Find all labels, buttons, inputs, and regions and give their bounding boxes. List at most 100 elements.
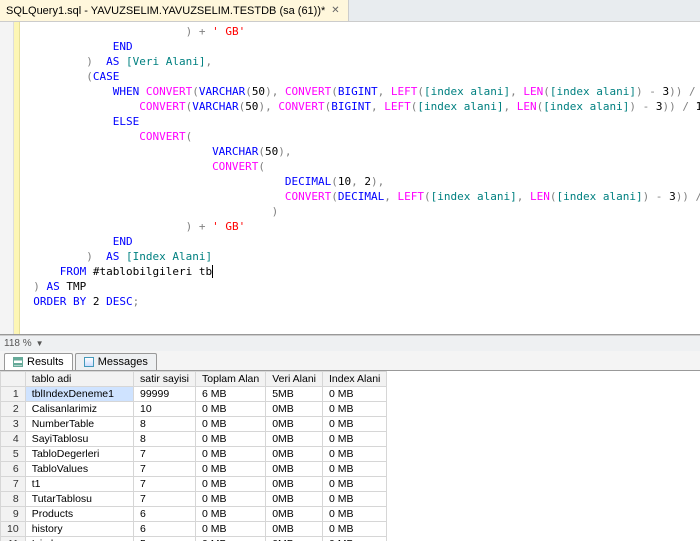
cell[interactable]: 6 MB	[196, 387, 266, 402]
row-number[interactable]: 4	[1, 432, 26, 447]
zoom-level[interactable]: 118 %	[4, 338, 32, 349]
table-row[interactable]: 11Isimler50 MB0MB0 MB	[1, 537, 387, 541]
row-number[interactable]: 5	[1, 447, 26, 462]
document-tab-title: SQLQuery1.sql - YAVUZSELIM.YAVUZSELIM.TE…	[6, 5, 325, 17]
cell[interactable]: 0 MB	[323, 447, 387, 462]
cell[interactable]: 7	[134, 462, 196, 477]
cell[interactable]: Isimler	[25, 537, 133, 541]
cell[interactable]: 0MB	[266, 402, 323, 417]
cell[interactable]: 6	[134, 522, 196, 537]
cell[interactable]: 0 MB	[196, 522, 266, 537]
cell[interactable]: 0MB	[266, 462, 323, 477]
row-number[interactable]: 2	[1, 402, 26, 417]
cell[interactable]: 0 MB	[323, 492, 387, 507]
column-header[interactable]: satir sayisi	[134, 372, 196, 387]
results-grid[interactable]: tablo adisatir sayisiToplam AlanVeri Ala…	[0, 371, 387, 541]
tab-bar-empty	[349, 0, 700, 21]
cell[interactable]: 8	[134, 417, 196, 432]
row-number[interactable]: 6	[1, 462, 26, 477]
cell[interactable]: 0 MB	[196, 447, 266, 462]
cell[interactable]: 0 MB	[196, 492, 266, 507]
cell[interactable]: 5	[134, 537, 196, 541]
cell[interactable]: Products	[25, 507, 133, 522]
row-number[interactable]: 10	[1, 522, 26, 537]
cell[interactable]: 7	[134, 492, 196, 507]
cell[interactable]: 0MB	[266, 507, 323, 522]
cell[interactable]: Calisanlarimiz	[25, 402, 133, 417]
tab-messages[interactable]: Messages	[75, 353, 157, 370]
column-header[interactable]: Toplam Alan	[196, 372, 266, 387]
cell[interactable]: 0 MB	[323, 417, 387, 432]
code-area[interactable]: ) + ' GB' END ) AS [Veri Alani], (CASE W…	[20, 22, 700, 334]
cell[interactable]: 0 MB	[196, 477, 266, 492]
cell[interactable]: 0MB	[266, 477, 323, 492]
cell[interactable]: 0 MB	[196, 402, 266, 417]
cell[interactable]: 0 MB	[196, 507, 266, 522]
zoom-bar: 118 % ▼	[0, 335, 700, 351]
cell[interactable]: TutarTablosu	[25, 492, 133, 507]
editor-gutter	[0, 22, 14, 334]
table-row[interactable]: 8TutarTablosu70 MB0MB0 MB	[1, 492, 387, 507]
table-row[interactable]: 10history60 MB0MB0 MB	[1, 522, 387, 537]
cell[interactable]: 0 MB	[196, 462, 266, 477]
cell[interactable]: 0 MB	[196, 417, 266, 432]
cell[interactable]: 0 MB	[323, 507, 387, 522]
cell[interactable]: 0MB	[266, 537, 323, 541]
cell[interactable]: 10	[134, 402, 196, 417]
row-number[interactable]: 7	[1, 477, 26, 492]
messages-icon	[84, 357, 94, 367]
row-number[interactable]: 9	[1, 507, 26, 522]
table-row[interactable]: 5TabloDegerleri70 MB0MB0 MB	[1, 447, 387, 462]
close-icon[interactable]: ✕	[329, 5, 341, 16]
table-row[interactable]: 2Calisanlarimiz100 MB0MB0 MB	[1, 402, 387, 417]
table-row[interactable]: 6TabloValues70 MB0MB0 MB	[1, 462, 387, 477]
cell[interactable]: 0MB	[266, 522, 323, 537]
row-number[interactable]: 3	[1, 417, 26, 432]
cell[interactable]: 0MB	[266, 417, 323, 432]
cell[interactable]: t1	[25, 477, 133, 492]
cell[interactable]: 0MB	[266, 447, 323, 462]
cell[interactable]: 7	[134, 477, 196, 492]
cell[interactable]: 5MB	[266, 387, 323, 402]
row-number[interactable]: 8	[1, 492, 26, 507]
cell[interactable]: 99999	[134, 387, 196, 402]
tab-results-label: Results	[27, 356, 64, 368]
cell[interactable]: 0 MB	[323, 522, 387, 537]
row-number[interactable]: 1	[1, 387, 26, 402]
cell[interactable]: 0 MB	[323, 477, 387, 492]
document-tab[interactable]: SQLQuery1.sql - YAVUZSELIM.YAVUZSELIM.TE…	[0, 0, 349, 21]
chevron-down-icon[interactable]: ▼	[36, 339, 44, 348]
cell[interactable]: SayiTablosu	[25, 432, 133, 447]
cell[interactable]: 0 MB	[323, 402, 387, 417]
cell[interactable]: 6	[134, 507, 196, 522]
grid-icon	[13, 357, 23, 367]
table-row[interactable]: 7t170 MB0MB0 MB	[1, 477, 387, 492]
cell[interactable]: 0 MB	[323, 432, 387, 447]
cell[interactable]: 0 MB	[323, 462, 387, 477]
results-grid-wrap[interactable]: tablo adisatir sayisiToplam AlanVeri Ala…	[0, 371, 700, 541]
cell[interactable]: 0 MB	[323, 537, 387, 541]
cell[interactable]: 0MB	[266, 492, 323, 507]
cell[interactable]: 0 MB	[323, 387, 387, 402]
tab-results[interactable]: Results	[4, 353, 73, 370]
table-row[interactable]: 4SayiTablosu80 MB0MB0 MB	[1, 432, 387, 447]
cell[interactable]: TabloValues	[25, 462, 133, 477]
cell[interactable]: 8	[134, 432, 196, 447]
cell[interactable]: tblIndexDeneme1	[25, 387, 133, 402]
cell[interactable]: 0 MB	[196, 537, 266, 541]
sql-editor[interactable]: ) + ' GB' END ) AS [Veri Alani], (CASE W…	[0, 22, 700, 335]
cell[interactable]: 0MB	[266, 432, 323, 447]
column-header[interactable]: tablo adi	[25, 372, 133, 387]
rownum-header	[1, 372, 26, 387]
cell[interactable]: NumberTable	[25, 417, 133, 432]
row-number[interactable]: 11	[1, 537, 26, 541]
column-header[interactable]: Index Alani	[323, 372, 387, 387]
column-header[interactable]: Veri Alani	[266, 372, 323, 387]
table-row[interactable]: 1tblIndexDeneme1999996 MB5MB0 MB	[1, 387, 387, 402]
cell[interactable]: 7	[134, 447, 196, 462]
table-row[interactable]: 3NumberTable80 MB0MB0 MB	[1, 417, 387, 432]
cell[interactable]: history	[25, 522, 133, 537]
table-row[interactable]: 9Products60 MB0MB0 MB	[1, 507, 387, 522]
cell[interactable]: TabloDegerleri	[25, 447, 133, 462]
cell[interactable]: 0 MB	[196, 432, 266, 447]
